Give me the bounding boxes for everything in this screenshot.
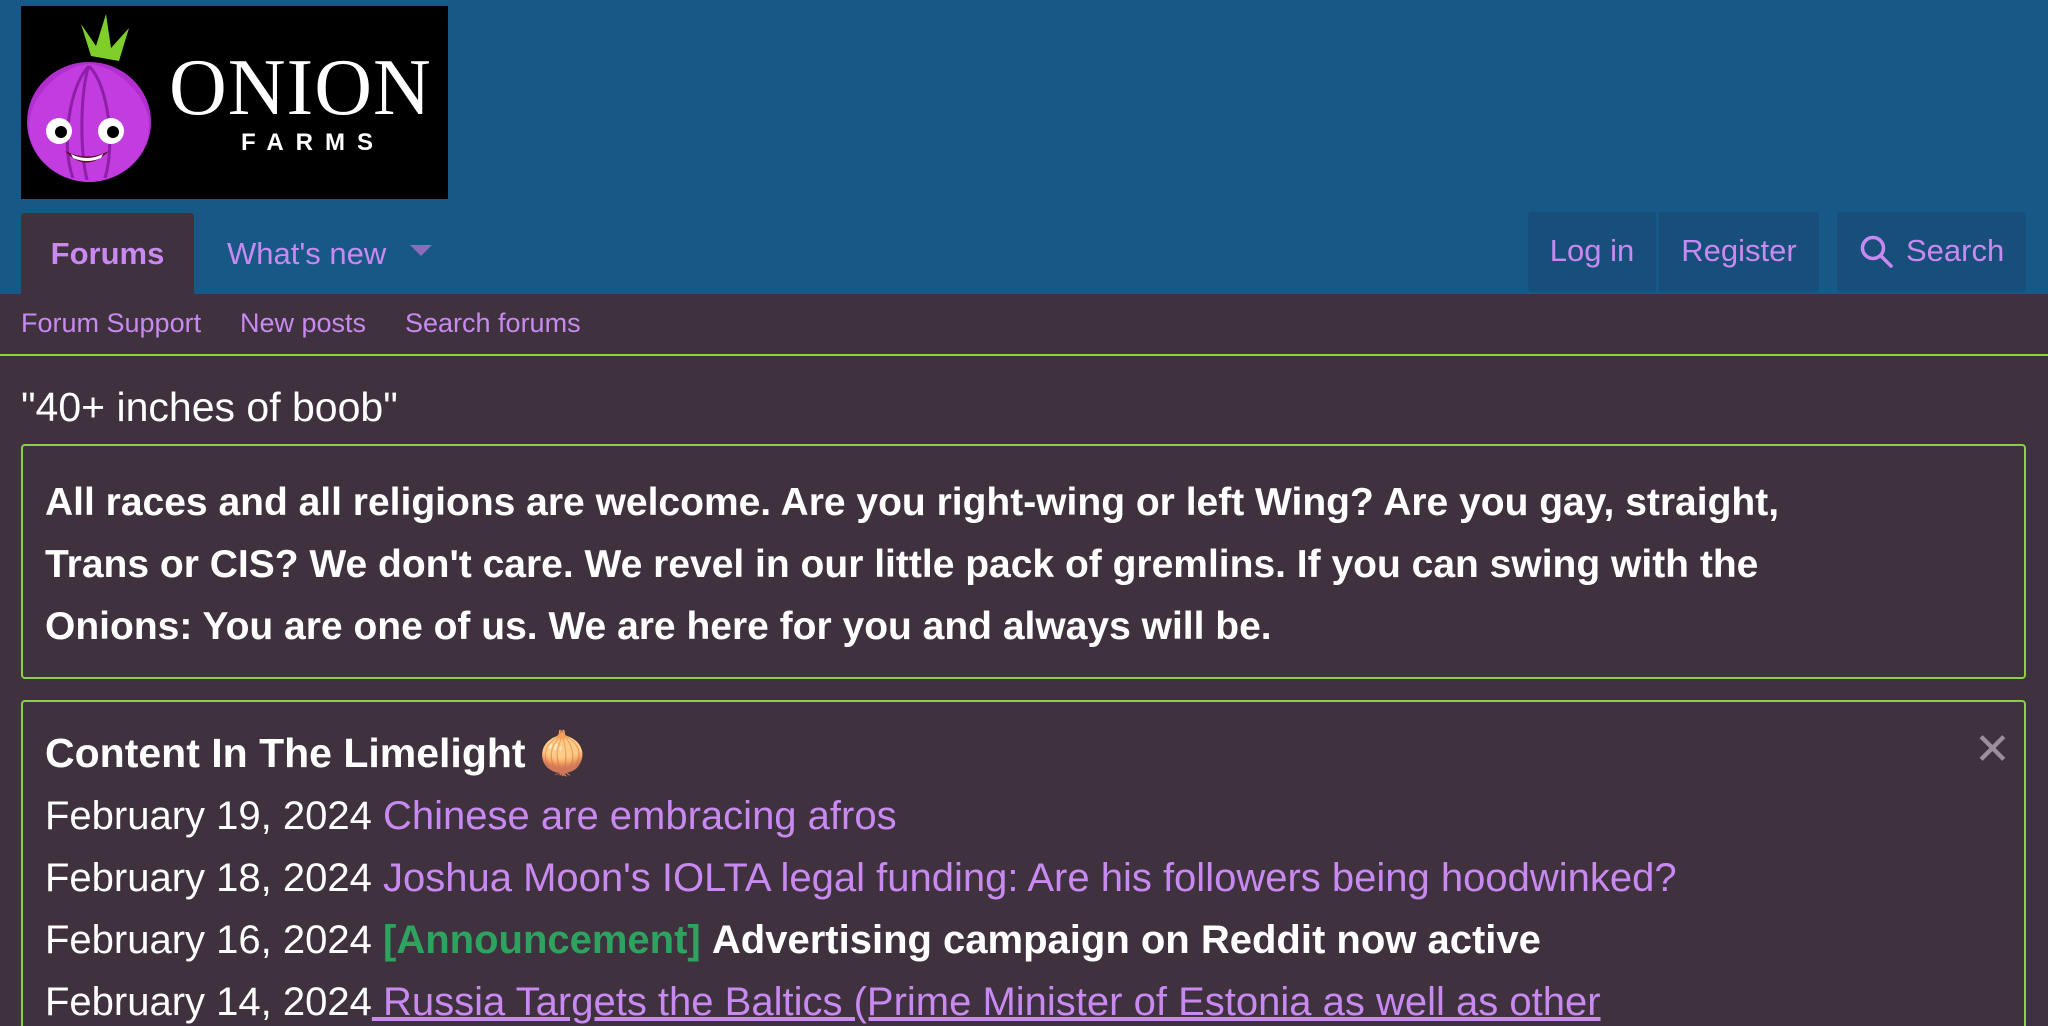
logo-wordmark: ONION: [169, 44, 432, 132]
item-date: February 14, 2024: [45, 980, 372, 1024]
logo-subtitle: FARMS: [241, 129, 385, 156]
item-link[interactable]: Russia Targets the Baltics (Prime Minist…: [372, 980, 1601, 1024]
item-date: February 16, 2024: [45, 918, 372, 962]
subnav-search-forums[interactable]: Search forums: [405, 308, 581, 339]
list-item: February 14, 2024 Russia Targets the Bal…: [45, 977, 1601, 1026]
list-item: February 19, 2024 Chinese are embracing …: [45, 791, 897, 841]
site-logo[interactable]: ONION FARMS: [21, 6, 448, 199]
notice-line: Trans or CIS? We don't care. We revel in…: [45, 543, 1759, 586]
item-date: February 18, 2024: [45, 856, 372, 900]
chevron-down-icon[interactable]: [410, 245, 432, 256]
close-icon[interactable]: ✕: [1974, 728, 2011, 772]
notice-line: Onions: You are one of us. We are here f…: [45, 605, 1272, 648]
onion-mascot-icon: [27, 14, 151, 182]
item-link[interactable]: Chinese are embracing afros: [383, 794, 897, 838]
list-item: February 16, 2024 [Announcement] Adverti…: [45, 915, 1541, 965]
item-link[interactable]: Joshua Moon's IOLTA legal funding: Are h…: [383, 856, 1677, 900]
search-icon: [1860, 235, 1893, 268]
tab-forums[interactable]: Forums: [21, 213, 194, 294]
item-date: February 19, 2024: [45, 794, 372, 838]
announcement-tag[interactable]: [Announcement]: [383, 918, 701, 962]
register-button[interactable]: Register: [1659, 212, 1819, 292]
notice-line: All races and all religions are welcome.…: [45, 481, 1780, 524]
site-header: ONION FARMS Forums What's new Log in Reg…: [0, 0, 2048, 294]
item-link[interactable]: Advertising campaign on Reddit now activ…: [712, 918, 1541, 962]
tab-whats-new[interactable]: What's new: [227, 213, 387, 294]
list-item: February 18, 2024 Joshua Moon's IOLTA le…: [45, 853, 1677, 903]
subnav-new-posts[interactable]: New posts: [240, 308, 366, 339]
welcome-notice: All races and all religions are welcome.…: [21, 444, 2026, 679]
sub-navigation: Forum Support New posts Search forums: [0, 294, 2048, 356]
subnav-forum-support[interactable]: Forum Support: [21, 308, 201, 339]
limelight-title: Content In The Limelight 🧅: [45, 730, 589, 776]
login-button[interactable]: Log in: [1528, 212, 1656, 292]
search-label: Search: [1906, 233, 2005, 268]
page-title: "40+ inches of boob": [21, 384, 398, 430]
limelight-notice: Content In The Limelight 🧅 ✕ February 19…: [21, 700, 2026, 1026]
search-button[interactable]: Search: [1837, 212, 2026, 292]
